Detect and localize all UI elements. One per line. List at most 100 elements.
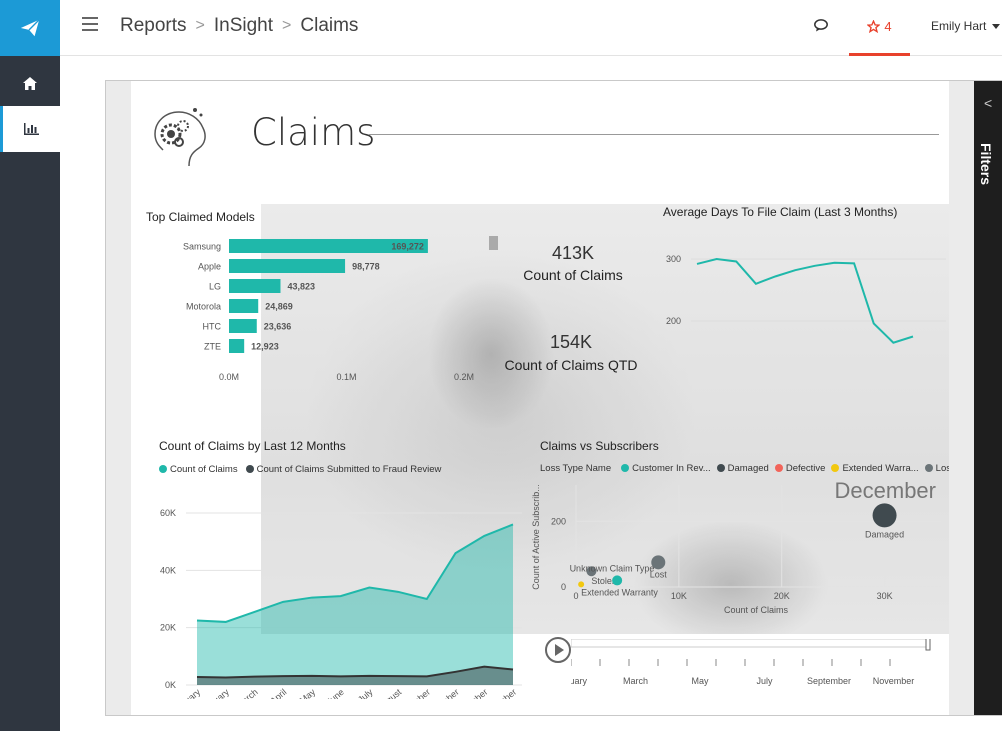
kpi-claims-qtd-label: Count of Claims QTD xyxy=(504,357,638,373)
menu-icon[interactable] xyxy=(82,17,98,33)
legend-item-defective[interactable]: Defective xyxy=(774,463,825,474)
play-button[interactable] xyxy=(545,637,571,663)
avg-days-line-chart[interactable]: 300200JanuaryFebruaryMarchAprilMayJuneJu… xyxy=(651,231,946,391)
sidebar-item-reports[interactable] xyxy=(0,106,60,152)
breadcrumb-reports[interactable]: Reports xyxy=(120,15,187,37)
report-title: Claims xyxy=(251,111,376,154)
timeline-handle xyxy=(925,639,931,651)
user-menu[interactable]: Emily Hart xyxy=(931,19,1001,33)
bar-category-label: LG xyxy=(209,282,221,292)
timeline-label: September xyxy=(807,676,851,686)
legend-item-extended-warranty[interactable]: Extended Warra... xyxy=(831,463,919,474)
y-tick-label: 60K xyxy=(160,508,176,518)
x-tick-label: 0 xyxy=(573,591,578,601)
bar-data-label: 12,923 xyxy=(251,342,279,352)
insight-logo xyxy=(154,108,206,167)
point-label: Damaged xyxy=(865,529,904,539)
favorites-button[interactable]: 4 xyxy=(849,0,910,56)
point-label: Unknown Claim Type xyxy=(570,563,655,573)
x-tick-label: 30K xyxy=(877,591,893,601)
timeline-track xyxy=(571,639,930,648)
x-tick-label: January xyxy=(171,687,202,699)
bar-category-label: Apple xyxy=(198,262,221,272)
bar-category-label: Samsung xyxy=(183,242,221,252)
kpi-count-of-claims-value: 413K xyxy=(551,243,595,263)
breadcrumb-insight[interactable]: InSight xyxy=(214,15,273,37)
sidebar-item-home[interactable] xyxy=(0,60,60,106)
claims-vs-subscribers-scatter[interactable]: 0 10K 20K 30K 0 200 Count of Active Subscrib..… xyxy=(531,477,949,637)
x-axis-label: Count of Claims xyxy=(724,605,789,615)
timeline-label: May xyxy=(691,676,709,686)
bar-data-label: 24,869 xyxy=(265,302,293,312)
main-content: Claims Top Claimed Models Samsung 169,272… xyxy=(60,56,1002,731)
y-tick-label: 300 xyxy=(666,254,681,264)
x-tick-label: May xyxy=(298,687,318,699)
point-label: Extended Warranty xyxy=(581,587,658,597)
bar xyxy=(229,259,346,273)
bar-category-label: HTC xyxy=(203,322,222,332)
bar-chart-icon xyxy=(24,123,39,135)
star-icon xyxy=(867,20,881,33)
x-tick-label: October xyxy=(430,687,461,699)
y-tick-label: 40K xyxy=(160,565,176,575)
scatter-point xyxy=(612,575,623,586)
y-tick-label: 200 xyxy=(666,316,681,326)
area-chart-legend: Count of Claims Count of Claims Submitte… xyxy=(159,464,441,475)
play-axis-value: December xyxy=(835,478,936,503)
x-tick-label: April xyxy=(268,687,288,699)
x-tick-label: March xyxy=(234,687,260,699)
x-tick-label: August xyxy=(375,687,403,699)
timeline-label: July xyxy=(756,676,773,686)
legend-item-count-of-claims[interactable]: Count of Claims xyxy=(159,464,238,475)
play-axis-timeline[interactable]: January March May July September November xyxy=(571,639,946,691)
x-tick-label: 0.2M xyxy=(454,372,474,382)
chat-icon[interactable] xyxy=(814,19,829,37)
top-models-bar-chart[interactable]: Samsung 169,272 Apple 98,778 LG 43,823 Motorol… xyxy=(146,231,506,391)
brand-logo[interactable] xyxy=(0,0,60,56)
timeline-label: March xyxy=(623,676,648,686)
scatter-point xyxy=(872,503,897,528)
area-chart-title: Count of Claims by Last 12 Months xyxy=(159,439,346,453)
claims-area-chart[interactable]: 60K 40K 20K 0KJanuaryFebruaryMarch April May J… xyxy=(146,479,531,699)
bar xyxy=(229,299,259,313)
bar xyxy=(229,339,245,353)
chevron-right-icon: > xyxy=(282,17,292,34)
breadcrumb-claims: Claims xyxy=(300,15,359,36)
legend-item-customer-in-review[interactable]: Customer In Rev... xyxy=(621,463,711,474)
x-tick-label: 0.0M xyxy=(219,372,239,382)
legend-item-damaged[interactable]: Damaged xyxy=(716,463,769,474)
bar-data-label: 169,272 xyxy=(391,242,424,252)
bar xyxy=(229,279,281,293)
user-name: Emily Hart xyxy=(931,19,987,33)
legend-item-fraud-review[interactable]: Count of Claims Submitted to Fraud Revie… xyxy=(245,464,441,475)
timeline-label: January xyxy=(571,676,588,686)
legend-item-lost[interactable]: Lost xyxy=(924,463,949,474)
report-canvas: Claims Top Claimed Models Samsung 169,272… xyxy=(131,81,949,715)
top-bar: Reports > InSight > Claims 4 Emily Hart xyxy=(60,0,1002,56)
line-series xyxy=(696,257,914,344)
x-tick-label: 10K xyxy=(671,591,687,601)
x-tick-label: 0.1M xyxy=(336,372,356,382)
caret-down-icon xyxy=(992,23,1001,29)
bar-chart-title: Top Claimed Models xyxy=(146,210,255,224)
scatter-chart-title: Claims vs Subscribers xyxy=(540,439,659,453)
chevron-right-icon: > xyxy=(195,17,205,34)
bar-data-label: 43,823 xyxy=(287,282,315,292)
y-tick-label: 200 xyxy=(551,516,566,526)
scatter-legend: Loss Type Name Customer In Rev... Damage… xyxy=(540,463,949,474)
sidebar xyxy=(0,0,60,731)
paper-plane-icon xyxy=(20,19,40,37)
x-tick-label: 20K xyxy=(774,591,790,601)
x-tick-label: July xyxy=(356,687,375,699)
y-axis-label: Count of Active Subscrib... xyxy=(531,484,541,590)
legend-title: Loss Type Name xyxy=(540,463,612,474)
chevron-left-icon[interactable]: < xyxy=(984,95,992,111)
y-tick-label: 20K xyxy=(160,623,176,633)
title-divider xyxy=(369,134,939,135)
filters-pane[interactable]: < Filters xyxy=(974,81,1002,715)
bar-category-label: ZTE xyxy=(204,342,221,352)
timeline-label: November xyxy=(873,676,915,686)
bar-data-label: 98,778 xyxy=(352,262,380,272)
line-chart-title: Average Days To File Claim (Last 3 Month… xyxy=(663,205,898,219)
home-icon xyxy=(23,76,37,90)
